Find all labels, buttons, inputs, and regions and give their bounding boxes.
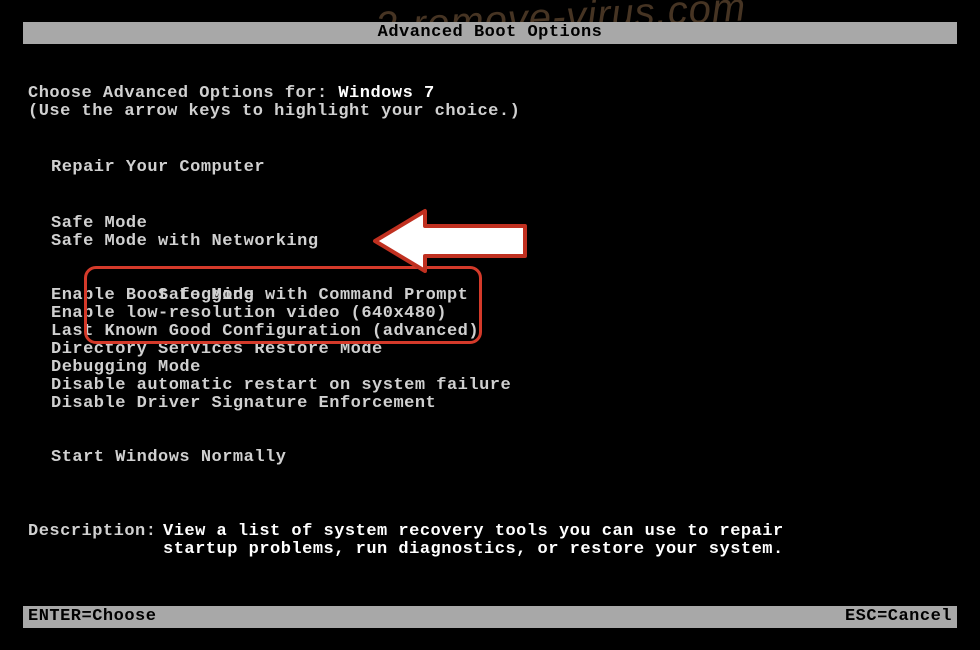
os-name: Windows 7 xyxy=(338,84,434,103)
menu-item-disable-sig[interactable]: Disable Driver Signature Enforcement xyxy=(28,395,952,413)
boot-menu-content: Choose Advanced Options for: Windows 7 (… xyxy=(28,85,952,559)
footer-bar: ENTER=Choose ESC=Cancel xyxy=(23,606,957,628)
description-line-2: startup problems, run diagnostics, or re… xyxy=(163,541,784,559)
title-bar: Advanced Boot Options xyxy=(23,22,957,44)
footer-esc-hint: ESC=Cancel xyxy=(845,606,952,628)
description-label: Description: xyxy=(28,523,163,541)
menu-item-debugging[interactable]: Debugging Mode xyxy=(28,359,952,377)
menu-item-safe-mode-cmd[interactable]: Safe Mode with Command Prompt xyxy=(28,251,952,269)
menu-item-ds-restore[interactable]: Directory Services Restore Mode xyxy=(28,341,952,359)
arrow-keys-hint: (Use the arrow keys to highlight your ch… xyxy=(28,103,952,121)
menu-item-safe-mode[interactable]: Safe Mode xyxy=(28,215,952,233)
choose-prefix: Choose Advanced Options for: xyxy=(28,84,338,103)
menu-item-repair[interactable]: Repair Your Computer xyxy=(28,159,952,177)
choose-options-line: Choose Advanced Options for: Windows 7 xyxy=(28,85,952,103)
menu-item-start-normally[interactable]: Start Windows Normally xyxy=(28,449,952,467)
description-line-1: View a list of system recovery tools you… xyxy=(163,523,784,541)
menu-item-disable-restart[interactable]: Disable automatic restart on system fail… xyxy=(28,377,952,395)
menu-item-safe-mode-networking[interactable]: Safe Mode with Networking xyxy=(28,233,952,251)
menu-item-safe-mode-cmd-label: Safe Mode with Command Prompt xyxy=(158,286,468,305)
footer-enter-hint: ENTER=Choose xyxy=(28,606,156,628)
highlight-box xyxy=(84,266,483,344)
